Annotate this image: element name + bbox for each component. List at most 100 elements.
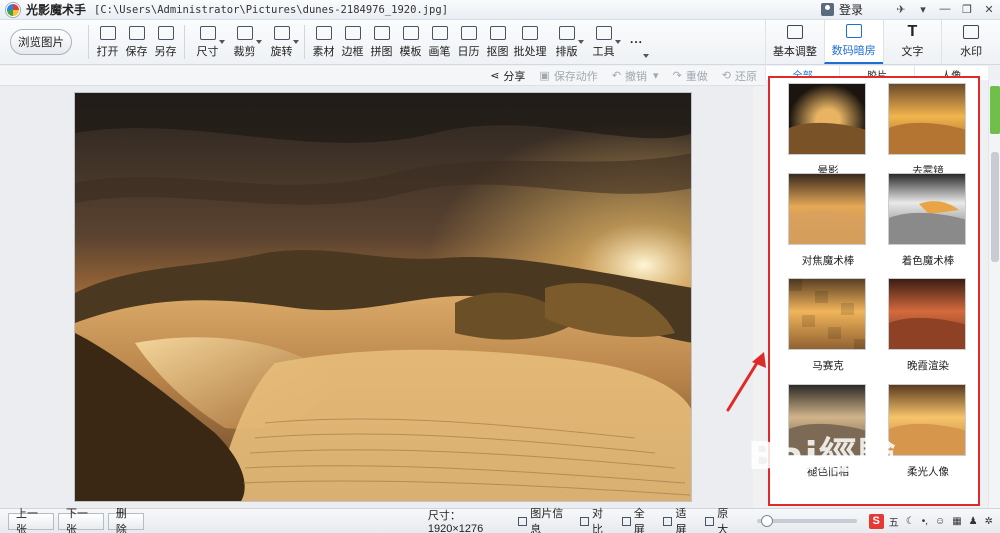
punctuation-icon[interactable]: •, <box>922 516 928 527</box>
skin-icon[interactable]: ✈ <box>890 3 912 16</box>
effect-thumbnail <box>788 384 866 456</box>
keyboard-icon[interactable]: ▦ <box>952 516 961 527</box>
effect-item[interactable]: 晚霞渲染 <box>888 278 968 373</box>
canvas-scrollbar[interactable] <box>753 86 765 508</box>
rotate-icon <box>273 25 290 40</box>
image-info-button[interactable]: 图片信息 <box>518 505 570 533</box>
save-button[interactable]: 保存 <box>122 22 151 62</box>
user-icon[interactable]: ♟ <box>969 516 978 527</box>
crop-button[interactable]: 裁剪 <box>226 22 263 62</box>
material-button[interactable]: 素材 <box>309 22 338 62</box>
close-icon[interactable]: ✕ <box>978 3 1000 16</box>
title-bar: 光影魔术手 [C:\Users\Administrator\Pictures\d… <box>0 0 765 20</box>
material-label: 素材 <box>312 45 335 58</box>
prev-image-button[interactable]: 上一张 <box>8 508 54 533</box>
effect-item[interactable]: 褪色旧相 <box>788 384 868 479</box>
template-button[interactable]: 模板 <box>396 22 425 62</box>
share-icon: ⋖ <box>490 70 500 82</box>
undo-button[interactable]: ↶ 撤销 ▾ <box>612 68 659 84</box>
more-button[interactable]: ... <box>622 22 651 62</box>
zoom-slider-knob[interactable] <box>760 515 773 527</box>
adjust-icon <box>786 25 803 39</box>
minimize-icon[interactable]: — <box>934 3 956 16</box>
zoom-slider[interactable] <box>756 515 857 527</box>
browse-images-button[interactable]: 浏览图片 <box>10 29 72 55</box>
next-image-button[interactable]: 下一张 <box>57 508 104 533</box>
account-bar: 登录 ✈ ▾ — ❐ ✕ <box>765 0 1000 20</box>
tab-text[interactable]: T 文字 <box>882 20 942 64</box>
image-canvas[interactable] <box>0 86 765 508</box>
compare-button[interactable]: 对比 <box>579 505 612 533</box>
brush-label: 画笔 <box>428 45 451 58</box>
menu-icon[interactable]: ▾ <box>912 3 934 16</box>
effect-thumbnail <box>788 173 866 245</box>
login-button[interactable]: 登录 <box>821 1 863 18</box>
fullscreen-icon <box>621 516 631 526</box>
ime-mode[interactable]: 五 <box>889 514 899 529</box>
save-as-button[interactable]: 另存 <box>151 22 180 62</box>
original-size-button[interactable]: 原大 <box>705 505 737 533</box>
fit-screen-button[interactable]: 适屏 <box>663 505 695 533</box>
tools-button[interactable]: 工具 <box>585 22 622 62</box>
brush-button[interactable]: 画笔 <box>425 22 454 62</box>
undo-icon: ↶ <box>611 70 622 82</box>
save-action-button[interactable]: ▣ 保存动作 <box>539 68 597 84</box>
effect-item[interactable]: 晕影 <box>788 83 868 178</box>
settings-icon[interactable]: ✲ <box>985 516 993 527</box>
effects-scrollbar[interactable] <box>988 80 1000 508</box>
save-icon <box>128 25 145 40</box>
batch-button[interactable]: 批处理 <box>512 22 548 62</box>
restore-icon: ⟲ <box>721 70 731 82</box>
layout-button[interactable]: 排版 <box>548 22 585 62</box>
open-button[interactable]: 打开 <box>93 22 122 62</box>
status-bar: 上一张 下一张 删除 尺寸：1920×1276 图片信息 对比 全屏 适屏 原大… <box>0 508 1000 533</box>
rotate-label: 旋转 <box>270 45 293 58</box>
calendar-button[interactable]: 日历 <box>454 22 483 62</box>
file-path: [C:\Users\Administrator\Pictures\dunes-2… <box>94 3 449 16</box>
app-name: 光影魔术手 <box>26 3 87 17</box>
tab-basic-adjust[interactable]: 基本调整 <box>765 20 824 64</box>
effect-name: 晚霞渲染 <box>907 360 949 372</box>
effect-item[interactable]: 着色魔术棒 <box>888 173 968 268</box>
effect-name: 着色魔术棒 <box>901 255 955 267</box>
ime-logo-icon[interactable]: S <box>868 513 884 529</box>
tab-digital-darkroom[interactable]: 数码暗房 <box>823 20 883 64</box>
border-label: 边框 <box>341 45 364 58</box>
rotate-button[interactable]: 旋转 <box>263 22 300 62</box>
crop-icon <box>236 25 253 40</box>
effect-thumbnail <box>888 384 966 456</box>
resize-button[interactable]: 尺寸 <box>189 22 226 62</box>
template-icon <box>402 25 419 40</box>
effect-name: 马赛克 <box>812 360 844 372</box>
undo-dropdown-icon[interactable]: ▾ <box>653 69 659 82</box>
effect-item[interactable]: 马赛克 <box>788 278 868 373</box>
camera-icon <box>845 24 862 38</box>
share-button[interactable]: ⋖ 分享 <box>490 68 525 84</box>
original-label: 原大 <box>717 508 729 533</box>
effect-item[interactable]: 柔光人像 <box>888 384 968 479</box>
layout-icon <box>558 25 575 40</box>
effect-thumbnail <box>888 83 966 155</box>
border-button[interactable]: 边框 <box>338 22 367 62</box>
action-bar: ⋖ 分享 ▣ 保存动作 ↶ 撤销 ▾ ↷ 重做 ⟲ 还原 <box>0 66 765 86</box>
collage-button[interactable]: 拼图 <box>367 22 396 62</box>
tab-watermark[interactable]: 水印 <box>941 20 1000 64</box>
effect-item[interactable]: 对焦魔术棒 <box>788 173 868 268</box>
fullscreen-button[interactable]: 全屏 <box>621 505 654 533</box>
moon-icon[interactable]: ☾ <box>906 516 915 527</box>
login-label: 登录 <box>839 3 864 17</box>
maximize-icon[interactable]: ❐ <box>956 3 978 16</box>
restore-button[interactable]: ⟲ 还原 <box>722 68 757 84</box>
scrollbar-thumb[interactable] <box>991 152 999 262</box>
share-label: 分享 <box>503 70 526 83</box>
delete-button[interactable]: 删除 <box>107 508 144 533</box>
user-icon <box>821 3 834 16</box>
collage-icon <box>373 25 390 40</box>
side-widget-icon[interactable] <box>990 86 1000 134</box>
redo-button[interactable]: ↷ 重做 <box>673 68 708 84</box>
emoji-icon[interactable]: ☺ <box>935 516 945 527</box>
app-logo-icon <box>6 2 20 17</box>
open-label: 打开 <box>96 45 119 58</box>
cutout-button[interactable]: 抠图 <box>483 22 512 62</box>
effect-item[interactable]: 去雾镜 <box>888 83 968 178</box>
